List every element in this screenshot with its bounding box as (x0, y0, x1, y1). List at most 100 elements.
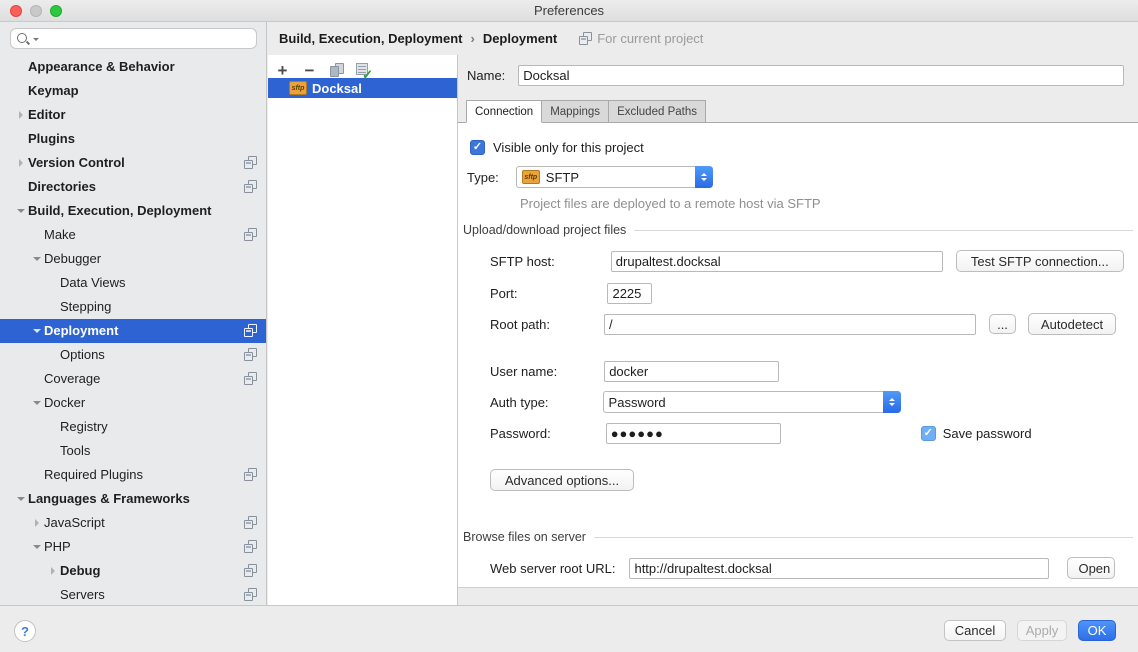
sftp-host-label: SFTP host: (490, 254, 555, 269)
sidebar-item-javascript[interactable]: JavaScript (0, 511, 267, 535)
tab-mappings[interactable]: Mappings (542, 100, 609, 123)
breadcrumb-current[interactable]: Deployment (483, 31, 557, 46)
sidebar-item-languages-frameworks[interactable]: Languages & Frameworks (0, 487, 267, 511)
sidebar-item-stepping[interactable]: Stepping (0, 295, 267, 319)
section-divider (634, 230, 1133, 231)
web-root-input[interactable] (629, 558, 1049, 579)
sidebar-item-debug[interactable]: Debug (0, 559, 267, 583)
sidebar-item-editor[interactable]: Editor (0, 103, 267, 127)
open-button[interactable]: Open (1067, 557, 1115, 579)
web-root-label: Web server root URL: (490, 561, 615, 576)
sidebar-item-registry[interactable]: Registry (0, 415, 267, 439)
sidebar-item-deployment[interactable]: Deployment (0, 319, 267, 343)
search-input[interactable] (39, 30, 256, 47)
per-project-settings-icon (244, 564, 257, 577)
tree-collapsed-arrow-icon[interactable] (14, 108, 28, 122)
ok-button[interactable]: OK (1078, 620, 1116, 641)
sidebar-item-appearance-behavior[interactable]: Appearance & Behavior (0, 55, 267, 79)
visible-only-label: Visible only for this project (493, 140, 644, 155)
password-input[interactable] (606, 423, 781, 444)
sftp-host-input[interactable] (611, 251, 943, 272)
cancel-button[interactable]: Cancel (944, 620, 1006, 641)
tree-collapsed-arrow-icon[interactable] (14, 156, 28, 170)
tree-expanded-arrow-icon[interactable] (30, 540, 44, 554)
sidebar-item-directories[interactable]: Directories (0, 175, 267, 199)
remove-server-icon[interactable]: − (301, 62, 318, 79)
sidebar-item-label: Build, Execution, Deployment (28, 199, 211, 223)
tree-collapsed-arrow-icon[interactable] (46, 564, 60, 578)
sidebar-item-make[interactable]: Make (0, 223, 267, 247)
sidebar-item-tools[interactable]: Tools (0, 439, 267, 463)
tree-arrow-spacer (46, 276, 60, 290)
sidebar-item-label: Registry (60, 415, 108, 439)
sidebar-item-plugins[interactable]: Plugins (0, 127, 267, 151)
tree-collapsed-arrow-icon[interactable] (30, 516, 44, 530)
name-input[interactable] (518, 65, 1124, 86)
sidebar-item-required-plugins[interactable]: Required Plugins (0, 463, 267, 487)
help-button[interactable]: ? (14, 620, 36, 642)
sidebar-item-php[interactable]: PHP (0, 535, 267, 559)
copy-server-icon[interactable] (328, 62, 345, 79)
browse-root-path-button[interactable]: ... (989, 314, 1016, 334)
tree-arrow-spacer (14, 132, 28, 146)
sidebar-item-keymap[interactable]: Keymap (0, 79, 267, 103)
for-current-project-icon (579, 32, 592, 45)
sidebar-item-label: Editor (28, 103, 66, 127)
port-label: Port: (490, 286, 517, 301)
sidebar-item-debugger[interactable]: Debugger (0, 247, 267, 271)
tab-excluded-paths[interactable]: Excluded Paths (609, 100, 706, 123)
tree-expanded-arrow-icon[interactable] (30, 324, 44, 338)
autodetect-button[interactable]: Autodetect (1028, 313, 1116, 335)
save-password-label: Save password (943, 426, 1032, 441)
sidebar-item-label: Stepping (60, 295, 111, 319)
sidebar-item-options[interactable]: Options (0, 343, 267, 367)
tree-expanded-arrow-icon[interactable] (14, 492, 28, 506)
sidebar-item-label: Directories (28, 175, 96, 199)
tree-arrow-spacer (14, 60, 28, 74)
tree-expanded-arrow-icon[interactable] (30, 252, 44, 266)
test-sftp-connection-button[interactable]: Test SFTP connection... (956, 250, 1124, 272)
apply-button[interactable]: Apply (1017, 620, 1067, 641)
port-input[interactable] (607, 283, 652, 304)
breadcrumb-parent[interactable]: Build, Execution, Deployment (279, 31, 462, 46)
sidebar-item-label: Make (44, 223, 76, 247)
server-list-item-docksal[interactable]: sftp Docksal (268, 78, 457, 98)
sidebar-item-label: Debugger (44, 247, 101, 271)
tree-expanded-arrow-icon[interactable] (30, 396, 44, 410)
sidebar-item-version-control[interactable]: Version Control (0, 151, 267, 175)
sidebar-item-docker[interactable]: Docker (0, 391, 267, 415)
tree-arrow-spacer (46, 348, 60, 362)
deployment-config-panel: Name: Connection Mappings Excluded Paths… (458, 55, 1138, 605)
settings-search-field[interactable] (10, 28, 257, 49)
type-value: SFTP (546, 170, 579, 185)
per-project-settings-icon (244, 516, 257, 529)
tree-arrow-spacer (46, 588, 60, 602)
add-server-icon[interactable]: + (274, 62, 291, 79)
type-select-stepper-icon (695, 166, 713, 188)
per-project-settings-icon (244, 540, 257, 553)
root-path-input[interactable] (604, 314, 976, 335)
user-name-input[interactable] (604, 361, 779, 382)
visible-only-checkbox[interactable]: ✓ (470, 140, 485, 155)
use-as-default-icon[interactable]: ✓ (355, 62, 372, 79)
type-select[interactable]: sftp SFTP (516, 166, 713, 188)
tree-expanded-arrow-icon[interactable] (14, 204, 28, 218)
save-password-checkbox[interactable]: ✓ (921, 426, 936, 441)
auth-type-select[interactable]: Password (603, 391, 901, 413)
connection-tab-content: ✓ Visible only for this project Type: sf… (458, 122, 1138, 588)
tab-connection[interactable]: Connection (466, 100, 542, 123)
window-title: Preferences (0, 3, 1138, 18)
sidebar-item-coverage[interactable]: Coverage (0, 367, 267, 391)
sidebar-item-label: Servers (60, 583, 105, 605)
tree-arrow-spacer (46, 420, 60, 434)
per-project-settings-icon (244, 468, 257, 481)
per-project-settings-icon (244, 180, 257, 193)
tree-arrow-spacer (30, 228, 44, 242)
advanced-options-button[interactable]: Advanced options... (490, 469, 634, 491)
sftp-type-icon: sftp (522, 170, 540, 184)
sidebar-item-data-views[interactable]: Data Views (0, 271, 267, 295)
sidebar-item-build-execution-deployment[interactable]: Build, Execution, Deployment (0, 199, 267, 223)
sidebar-item-servers[interactable]: Servers (0, 583, 267, 605)
sidebar-item-label: Debug (60, 559, 100, 583)
settings-tree: Appearance & BehaviorKeymapEditorPlugins… (0, 55, 267, 605)
